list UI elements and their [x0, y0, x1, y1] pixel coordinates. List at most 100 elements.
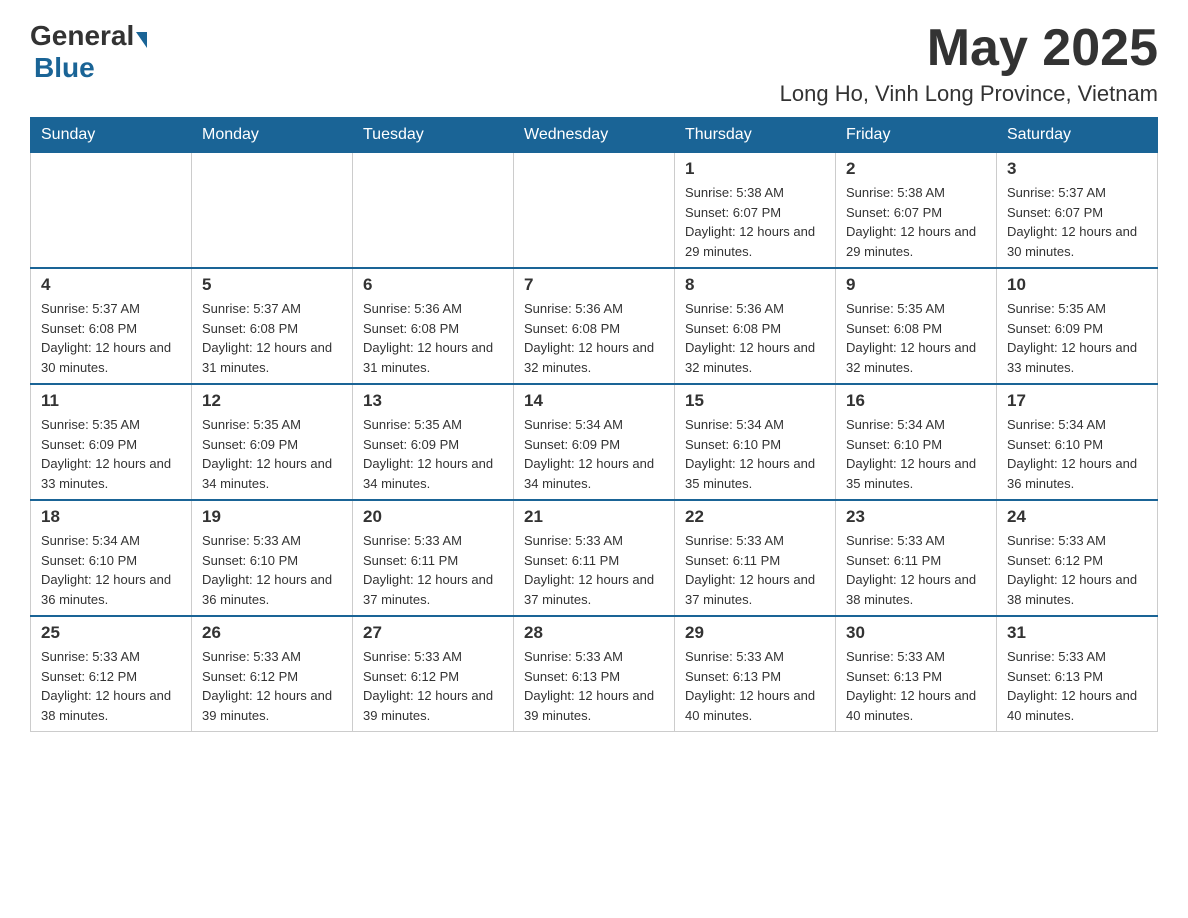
day-number: 7	[524, 275, 664, 295]
location-text: Long Ho, Vinh Long Province, Vietnam	[780, 81, 1158, 107]
calendar-week-row: 11 Sunrise: 5:35 AMSunset: 6:09 PMDayligh…	[31, 384, 1158, 500]
table-row	[514, 153, 675, 269]
day-info: Sunrise: 5:36 AMSunset: 6:08 PMDaylight:…	[363, 299, 503, 377]
day-number: 17	[1007, 391, 1147, 411]
table-row: 13Sunrise: 5:35 AMSunset: 6:09 PMDayligh…	[353, 384, 514, 500]
calendar-week-row: 1 Sunrise: 5:38 AMSunset: 6:07 PMDaylight…	[31, 153, 1158, 269]
day-info: Sunrise: 5:33 AMSunset: 6:12 PMDaylight:…	[363, 647, 503, 725]
day-info: Sunrise: 5:38 AMSunset: 6:07 PMDaylight:…	[685, 183, 825, 261]
day-info: Sunrise: 5:36 AMSunset: 6:08 PMDaylight:…	[685, 299, 825, 377]
day-number: 22	[685, 507, 825, 527]
table-row: 7 Sunrise: 5:36 AMSunset: 6:08 PMDaylight…	[514, 268, 675, 384]
table-row: 14 Sunrise: 5:34 AMSunset: 6:09 PMDayligh…	[514, 384, 675, 500]
day-number: 21	[524, 507, 664, 527]
day-number: 31	[1007, 623, 1147, 643]
day-info: Sunrise: 5:35 AMSunset: 6:09 PMDaylight:…	[363, 415, 503, 493]
day-number: 18	[41, 507, 181, 527]
day-info: Sunrise: 5:37 AMSunset: 6:07 PMDaylight:…	[1007, 183, 1147, 261]
day-number: 2	[846, 159, 986, 179]
day-info: Sunrise: 5:33 AMSunset: 6:11 PMDaylight:…	[524, 531, 664, 609]
day-number: 23	[846, 507, 986, 527]
day-number: 20	[363, 507, 503, 527]
logo: General Blue	[30, 20, 149, 84]
day-info: Sunrise: 5:33 AMSunset: 6:13 PMDaylight:…	[846, 647, 986, 725]
day-number: 25	[41, 623, 181, 643]
day-number: 12	[202, 391, 342, 411]
col-thursday: Thursday	[675, 118, 836, 153]
day-info: Sunrise: 5:38 AMSunset: 6:07 PMDaylight:…	[846, 183, 986, 261]
day-info: Sunrise: 5:34 AMSunset: 6:09 PMDaylight:…	[524, 415, 664, 493]
day-info: Sunrise: 5:35 AMSunset: 6:09 PMDaylight:…	[41, 415, 181, 493]
day-number: 27	[363, 623, 503, 643]
day-info: Sunrise: 5:35 AMSunset: 6:09 PMDaylight:…	[1007, 299, 1147, 377]
day-number: 11	[41, 391, 181, 411]
table-row: 22 Sunrise: 5:33 AMSunset: 6:11 PMDayligh…	[675, 500, 836, 616]
day-info: Sunrise: 5:34 AMSunset: 6:10 PMDaylight:…	[1007, 415, 1147, 493]
day-info: Sunrise: 5:35 AMSunset: 6:08 PMDaylight:…	[846, 299, 986, 377]
table-row	[353, 153, 514, 269]
day-number: 28	[524, 623, 664, 643]
table-row	[192, 153, 353, 269]
table-row: 30 Sunrise: 5:33 AMSunset: 6:13 PMDayligh…	[836, 616, 997, 732]
table-row: 29 Sunrise: 5:33 AMSunset: 6:13 PMDayligh…	[675, 616, 836, 732]
day-number: 1	[685, 159, 825, 179]
day-info: Sunrise: 5:34 AMSunset: 6:10 PMDaylight:…	[685, 415, 825, 493]
table-row: 19 Sunrise: 5:33 AMSunset: 6:10 PMDayligh…	[192, 500, 353, 616]
table-row: 1 Sunrise: 5:38 AMSunset: 6:07 PMDaylight…	[675, 153, 836, 269]
day-number: 15	[685, 391, 825, 411]
day-info: Sunrise: 5:33 AMSunset: 6:11 PMDaylight:…	[685, 531, 825, 609]
day-number: 24	[1007, 507, 1147, 527]
day-number: 5	[202, 275, 342, 295]
day-info: Sunrise: 5:35 AMSunset: 6:09 PMDaylight:…	[202, 415, 342, 493]
title-area: May 2025 Long Ho, Vinh Long Province, Vi…	[780, 20, 1158, 107]
day-info: Sunrise: 5:33 AMSunset: 6:11 PMDaylight:…	[846, 531, 986, 609]
day-number: 6	[363, 275, 503, 295]
day-number: 19	[202, 507, 342, 527]
day-info: Sunrise: 5:37 AMSunset: 6:08 PMDaylight:…	[41, 299, 181, 377]
day-info: Sunrise: 5:33 AMSunset: 6:11 PMDaylight:…	[363, 531, 503, 609]
table-row: 28Sunrise: 5:33 AMSunset: 6:13 PMDayligh…	[514, 616, 675, 732]
table-row: 26Sunrise: 5:33 AMSunset: 6:12 PMDayligh…	[192, 616, 353, 732]
day-info: Sunrise: 5:33 AMSunset: 6:10 PMDaylight:…	[202, 531, 342, 609]
day-info: Sunrise: 5:36 AMSunset: 6:08 PMDaylight:…	[524, 299, 664, 377]
calendar-week-row: 25 Sunrise: 5:33 AMSunset: 6:12 PMDayligh…	[31, 616, 1158, 732]
col-wednesday: Wednesday	[514, 118, 675, 153]
table-row: 10 Sunrise: 5:35 AMSunset: 6:09 PMDayligh…	[997, 268, 1158, 384]
table-row: 21 Sunrise: 5:33 AMSunset: 6:11 PMDayligh…	[514, 500, 675, 616]
day-number: 29	[685, 623, 825, 643]
table-row: 8Sunrise: 5:36 AMSunset: 6:08 PMDaylight…	[675, 268, 836, 384]
table-row: 5Sunrise: 5:37 AMSunset: 6:08 PMDaylight…	[192, 268, 353, 384]
table-row: 3 Sunrise: 5:37 AMSunset: 6:07 PMDaylight…	[997, 153, 1158, 269]
table-row	[31, 153, 192, 269]
day-info: Sunrise: 5:33 AMSunset: 6:12 PMDaylight:…	[202, 647, 342, 725]
col-sunday: Sunday	[31, 118, 192, 153]
col-friday: Friday	[836, 118, 997, 153]
table-row: 27 Sunrise: 5:33 AMSunset: 6:12 PMDayligh…	[353, 616, 514, 732]
table-row: 16Sunrise: 5:34 AMSunset: 6:10 PMDayligh…	[836, 384, 997, 500]
day-number: 30	[846, 623, 986, 643]
day-number: 4	[41, 275, 181, 295]
calendar-header-row: Sunday Monday Tuesday Wednesday Thursday…	[31, 118, 1158, 153]
calendar-week-row: 4 Sunrise: 5:37 AMSunset: 6:08 PMDaylight…	[31, 268, 1158, 384]
day-number: 14	[524, 391, 664, 411]
day-number: 10	[1007, 275, 1147, 295]
logo-triangle-icon	[136, 32, 147, 48]
table-row: 25Sunrise: 5:33 AMSunset: 6:12 PMDayligh…	[31, 616, 192, 732]
day-info: Sunrise: 5:33 AMSunset: 6:13 PMDaylight:…	[685, 647, 825, 725]
day-info: Sunrise: 5:33 AMSunset: 6:13 PMDaylight:…	[1007, 647, 1147, 725]
table-row: 6 Sunrise: 5:36 AMSunset: 6:08 PMDaylight…	[353, 268, 514, 384]
table-row: 11 Sunrise: 5:35 AMSunset: 6:09 PMDayligh…	[31, 384, 192, 500]
table-row: 9Sunrise: 5:35 AMSunset: 6:08 PMDaylight…	[836, 268, 997, 384]
table-row: 15 Sunrise: 5:34 AMSunset: 6:10 PMDayligh…	[675, 384, 836, 500]
page-header: General Blue May 2025 Long Ho, Vinh Long…	[30, 20, 1158, 107]
table-row: 12 Sunrise: 5:35 AMSunset: 6:09 PMDayligh…	[192, 384, 353, 500]
table-row: 2 Sunrise: 5:38 AMSunset: 6:07 PMDaylight…	[836, 153, 997, 269]
col-monday: Monday	[192, 118, 353, 153]
table-row: 24Sunrise: 5:33 AMSunset: 6:12 PMDayligh…	[997, 500, 1158, 616]
month-title: May 2025	[780, 20, 1158, 77]
table-row: 20 Sunrise: 5:33 AMSunset: 6:11 PMDayligh…	[353, 500, 514, 616]
day-number: 16	[846, 391, 986, 411]
day-number: 3	[1007, 159, 1147, 179]
table-row: 23 Sunrise: 5:33 AMSunset: 6:11 PMDayligh…	[836, 500, 997, 616]
col-saturday: Saturday	[997, 118, 1158, 153]
